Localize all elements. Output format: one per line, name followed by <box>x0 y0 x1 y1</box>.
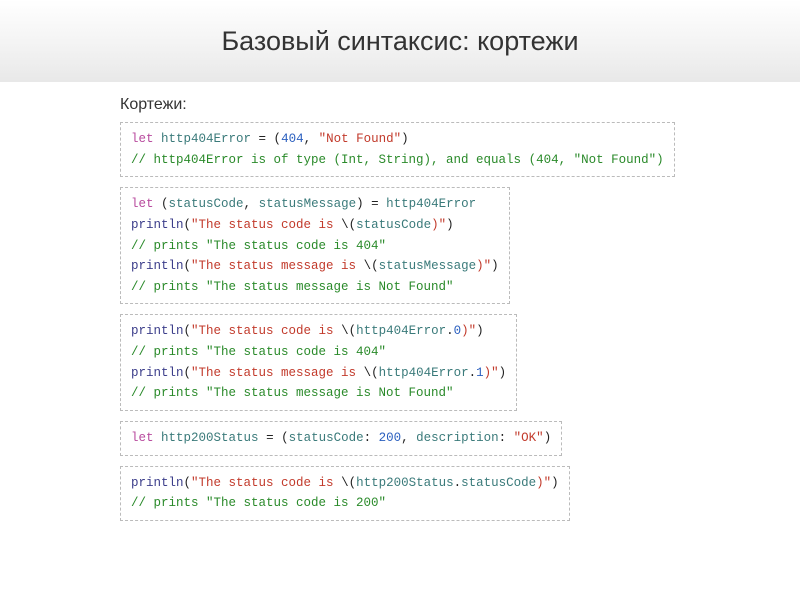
title-text: Базовый синтаксис: кортежи <box>221 26 578 57</box>
code-block-1: let http404Error = (404, "Not Found") //… <box>120 122 675 177</box>
code-block-3: println("The status code is \(http404Err… <box>120 314 517 411</box>
comment: // http404Error is of type (Int, String)… <box>131 153 664 167</box>
slide-title: Базовый синтаксис: кортежи <box>0 0 800 82</box>
slide-content: Кортежи: let http404Error = (404, "Not F… <box>0 82 800 531</box>
code-block-2: let (statusCode, statusMessage) = http40… <box>120 187 510 304</box>
code-block-4: let http200Status = (statusCode: 200, de… <box>120 421 562 456</box>
number-literal: 404 <box>281 132 304 146</box>
keyword-let: let <box>131 132 154 146</box>
function-call: println <box>131 218 184 232</box>
subheading: Кортежи: <box>120 96 800 114</box>
identifier: http404Error <box>161 132 251 146</box>
code-block-5: println("The status code is \(http200Sta… <box>120 466 570 521</box>
string-literal: "Not Found" <box>319 132 402 146</box>
